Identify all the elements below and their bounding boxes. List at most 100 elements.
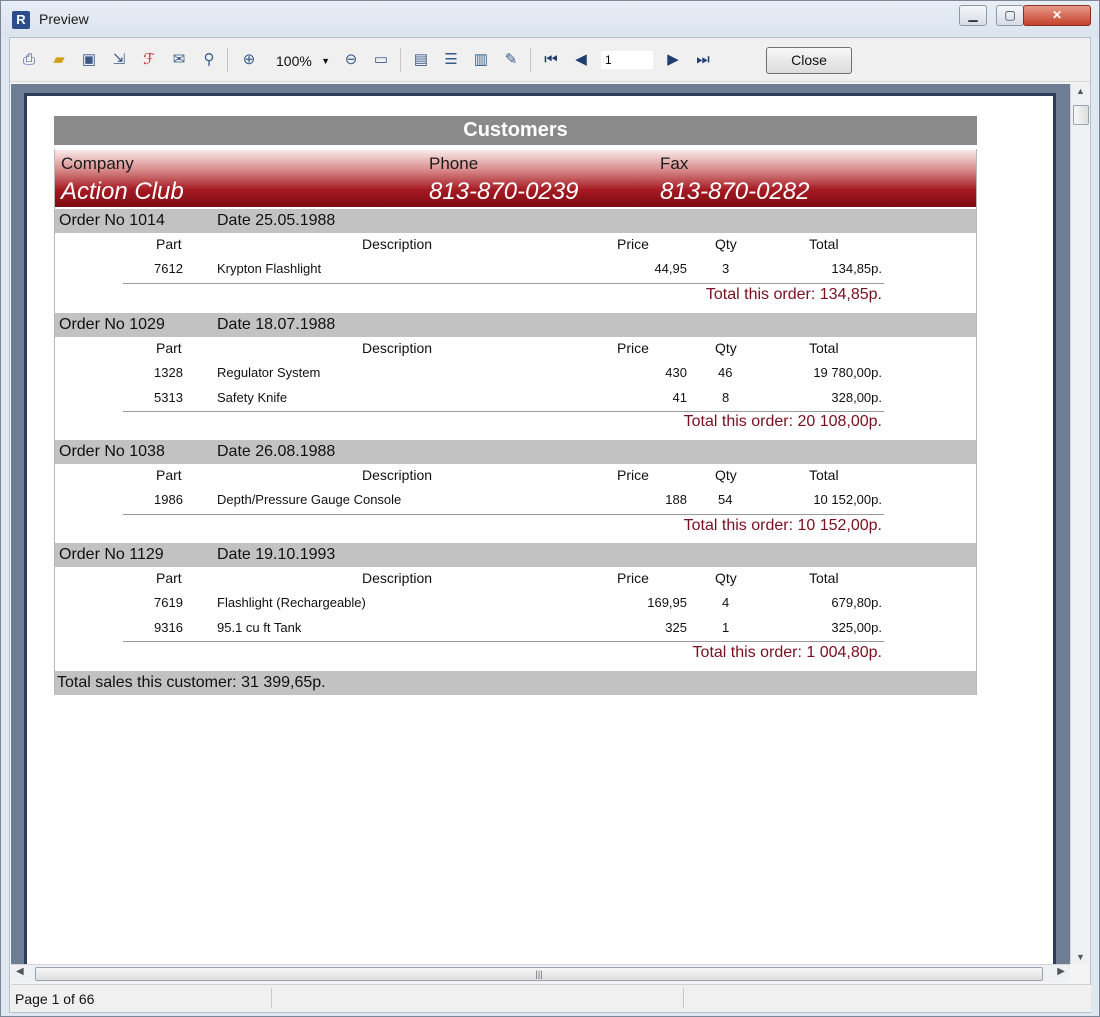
preview-window: R Preview ▁ ▢ ✕ ⎙ ▰ ▣ ⇲ ℱ ✉ ⚲ ⊕ 100% ▼ ⊖ … <box>0 0 1100 1017</box>
report-title: Customers <box>54 116 977 145</box>
fullscreen-icon[interactable]: ▭ <box>370 49 392 71</box>
scroll-down-icon[interactable]: ▼ <box>1076 952 1085 962</box>
pdf-icon[interactable]: ℱ <box>138 49 160 71</box>
page-number-input[interactable]: 1 <box>600 50 654 70</box>
thumbnails-icon[interactable]: ▥ <box>470 49 492 71</box>
toolbar: ⎙ ▰ ▣ ⇲ ℱ ✉ ⚲ ⊕ 100% ▼ ⊖ ▭ ▤ ☰ ▥ ✎ ⏮ ◀ 1 … <box>10 38 1090 82</box>
export-icon[interactable]: ⇲ <box>108 49 130 71</box>
item-description: 95.1 cu ft Tank <box>217 620 302 635</box>
order-total: Total this order: 134,85p. <box>705 286 882 303</box>
status-bar: Page 1 of 66 <box>11 984 1091 1012</box>
item-qty: 3 <box>722 261 730 276</box>
item-total: 679,80p. <box>831 595 882 610</box>
order-date: Date 19.10.1993 <box>217 546 336 563</box>
window-title: Preview <box>39 11 89 27</box>
col-price: Price <box>617 236 649 252</box>
item-part: 5313 <box>154 390 183 405</box>
col-part: Part <box>156 467 182 483</box>
zoom-value: 100% <box>276 53 312 69</box>
item-price: 430 <box>665 365 687 380</box>
order-date: Date 25.05.1988 <box>217 212 336 229</box>
customer-header: Company Phone Fax Action Club 813-870-02… <box>55 150 976 207</box>
order-rule <box>123 514 884 515</box>
order-number: Order No 1129 <box>59 546 164 563</box>
order-date: Date 18.07.1988 <box>217 316 336 333</box>
col-description: Description <box>362 340 433 356</box>
item-total: 325,00p. <box>831 620 882 635</box>
item-qty: 46 <box>718 365 733 380</box>
company-label: Company <box>61 154 134 173</box>
item-qty: 4 <box>722 595 730 610</box>
item-part: 9316 <box>154 620 183 635</box>
toolbar-separator <box>400 48 401 72</box>
grand-total: Total sales this customer: 31 399,65p. <box>55 671 976 695</box>
outline-icon[interactable]: ☰ <box>440 49 462 71</box>
order-total: Total this order: 1 004,80p. <box>692 644 882 661</box>
item-price: 325 <box>665 620 687 635</box>
zoom-out-icon[interactable]: ⊖ <box>340 49 362 71</box>
col-qty: Qty <box>715 340 737 356</box>
item-qty: 1 <box>722 620 730 635</box>
open-icon[interactable]: ▰ <box>48 49 70 71</box>
item-part: 1328 <box>154 365 183 380</box>
horizontal-scroll-thumb[interactable]: ||| <box>35 967 1043 981</box>
col-price: Price <box>617 570 649 586</box>
order-number: Order No 1029 <box>59 316 165 333</box>
order-header: Order No 1129 Date 19.10.1993 <box>55 543 976 567</box>
col-qty: Qty <box>715 467 737 483</box>
scroll-right-icon[interactable]: ▶ <box>1057 966 1065 977</box>
item-part: 1986 <box>154 492 183 507</box>
item-price: 44,95 <box>654 261 687 276</box>
toolbar-separator <box>227 48 228 72</box>
window-close-button[interactable]: ✕ <box>1023 5 1091 26</box>
scroll-left-icon[interactable]: ◀ <box>16 966 24 977</box>
col-price: Price <box>617 340 649 356</box>
col-part: Part <box>156 236 182 252</box>
vertical-scrollbar[interactable]: ▲ ▼ <box>1070 84 1090 964</box>
first-page-icon[interactable]: ⏮ <box>540 49 562 71</box>
minimize-button[interactable]: ▁ <box>959 5 987 26</box>
prev-page-icon[interactable]: ◀ <box>570 49 592 71</box>
col-price: Price <box>617 467 649 483</box>
last-page-icon[interactable]: ⏭ <box>692 49 714 71</box>
item-part: 7612 <box>154 261 183 276</box>
edit-icon[interactable]: ✎ <box>500 49 522 71</box>
horizontal-scrollbar[interactable]: ◀ ||| ▶ <box>11 964 1070 982</box>
item-price: 169,95 <box>647 595 687 610</box>
item-total: 134,85p. <box>831 261 882 276</box>
col-total: Total <box>809 570 839 586</box>
fax-value: 813-870-0282 <box>660 178 810 205</box>
col-part: Part <box>156 340 182 356</box>
phone-value: 813-870-0239 <box>429 178 579 205</box>
item-description: Flashlight (Rechargeable) <box>217 595 366 610</box>
app-icon: R <box>12 11 30 29</box>
item-qty: 8 <box>722 390 730 405</box>
print-icon[interactable]: ⎙ <box>18 49 40 71</box>
zoom-in-icon[interactable]: ⊕ <box>238 49 260 71</box>
vertical-scroll-thumb[interactable] <box>1073 105 1089 125</box>
col-part: Part <box>156 570 182 586</box>
scroll-up-icon[interactable]: ▲ <box>1076 86 1085 96</box>
page-status: Page 1 of 66 <box>15 991 95 1007</box>
item-part: 7619 <box>154 595 183 610</box>
item-description: Regulator System <box>217 365 321 380</box>
next-page-icon[interactable]: ▶ <box>662 49 684 71</box>
order-total: Total this order: 20 108,00p. <box>683 413 882 430</box>
col-description: Description <box>362 236 433 252</box>
save-icon[interactable]: ▣ <box>78 49 100 71</box>
close-button[interactable]: Close <box>766 47 852 74</box>
order-total: Total this order: 10 152,00p. <box>683 517 882 534</box>
zoom-select[interactable]: 100% ▼ <box>272 51 332 71</box>
email-icon[interactable]: ✉ <box>168 49 190 71</box>
item-description: Krypton Flashlight <box>217 261 322 276</box>
find-icon[interactable]: ⚲ <box>198 49 220 71</box>
col-description: Description <box>362 570 433 586</box>
order-rule <box>123 641 884 642</box>
order-number: Order No 1038 <box>59 443 165 460</box>
maximize-button[interactable]: ▢ <box>996 5 1024 26</box>
col-qty: Qty <box>715 570 737 586</box>
order-date: Date 26.08.1988 <box>217 443 336 460</box>
page-settings-icon[interactable]: ▤ <box>410 49 432 71</box>
preview-viewport[interactable]: Customers Company Phone Fax Action Club … <box>11 84 1070 964</box>
item-price: 41 <box>672 390 687 405</box>
